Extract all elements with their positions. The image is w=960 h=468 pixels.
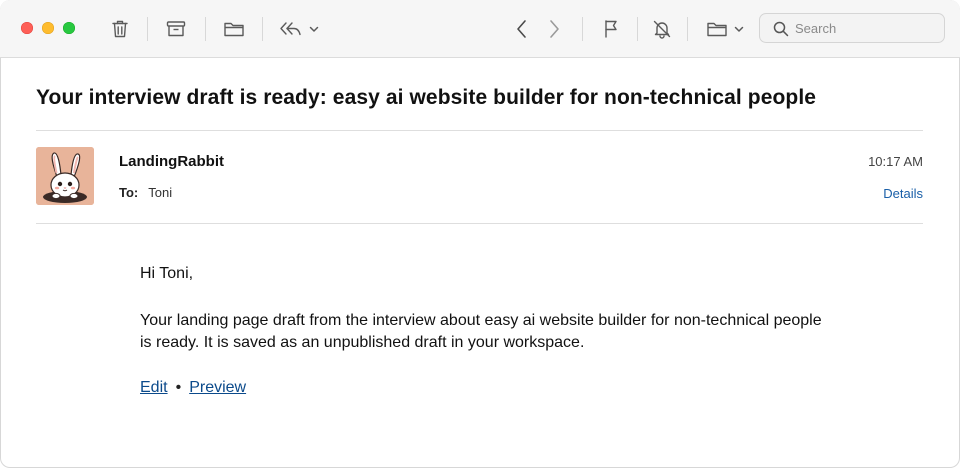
chevron-down-icon — [734, 26, 744, 32]
divider — [36, 223, 923, 224]
rabbit-avatar-icon — [36, 147, 94, 205]
search-icon — [773, 21, 789, 37]
edit-link[interactable]: Edit — [140, 379, 168, 396]
archive-button[interactable] — [163, 16, 189, 42]
sender-avatar — [36, 147, 94, 205]
message-subject: Your interview draft is ready: easy ai w… — [36, 86, 817, 109]
reply-icon — [280, 22, 301, 36]
flag-icon — [605, 20, 617, 38]
folder-icon — [224, 22, 244, 37]
mute-button[interactable] — [651, 16, 673, 42]
chevron-left-icon — [517, 20, 526, 38]
flag-button[interactable] — [600, 16, 622, 42]
reply-button[interactable] — [275, 16, 323, 42]
previous-message-button[interactable] — [512, 16, 532, 42]
recipient-row: To: Toni — [119, 185, 172, 200]
mail-window: Your interview draft is ready: easy ai w… — [0, 0, 960, 468]
divider — [36, 130, 923, 131]
archive-icon — [166, 21, 186, 37]
trash-icon — [112, 20, 128, 38]
toolbar-divider — [262, 17, 263, 41]
recipient-name[interactable]: Toni — [148, 185, 172, 200]
link-separator: • — [175, 379, 182, 396]
move-menu-button[interactable] — [703, 16, 747, 42]
action-links: Edit • Preview — [140, 379, 246, 397]
message-paragraph: Your landing page draft from the intervi… — [140, 312, 822, 351]
chevron-right-icon — [550, 20, 559, 38]
details-link[interactable]: Details — [883, 186, 923, 201]
to-label: To: — [119, 185, 139, 200]
search-input[interactable] — [795, 18, 935, 38]
minimize-window-button[interactable] — [42, 22, 54, 34]
chevron-down-icon — [309, 26, 319, 32]
move-folder-icon — [707, 22, 727, 37]
toolbar-divider — [637, 17, 638, 41]
mute-bell-icon — [653, 20, 671, 39]
toolbar-divider — [687, 17, 688, 41]
toolbar-divider — [582, 17, 583, 41]
close-window-button[interactable] — [21, 22, 33, 34]
next-message-button[interactable] — [544, 16, 564, 42]
delete-button[interactable] — [108, 16, 132, 42]
preview-link[interactable]: Preview — [189, 379, 246, 396]
message-time: 10:17 AM — [868, 154, 923, 169]
toolbar-divider — [205, 17, 206, 41]
toolbar-divider — [147, 17, 148, 41]
toolbar — [0, 0, 960, 58]
message-greeting: Hi Toni, — [140, 265, 194, 282]
move-to-folder-button[interactable] — [221, 16, 247, 42]
zoom-window-button[interactable] — [63, 22, 75, 34]
sender-name[interactable]: LandingRabbit — [119, 153, 224, 170]
search-field[interactable] — [759, 13, 945, 43]
